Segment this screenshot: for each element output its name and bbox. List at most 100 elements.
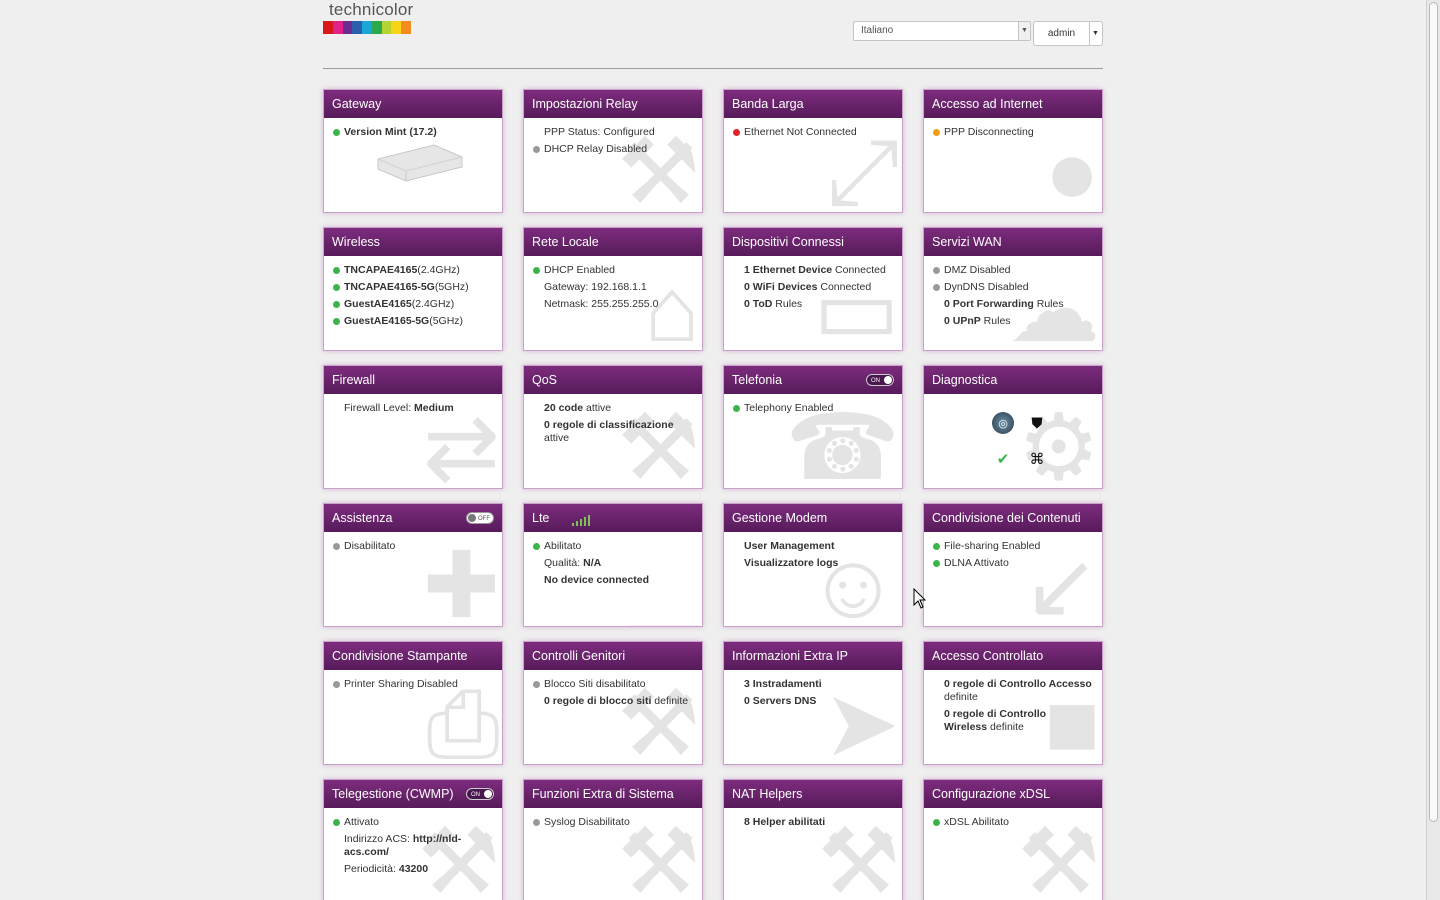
signal-bar (584, 517, 586, 526)
card-header[interactable]: Gateway (324, 90, 502, 118)
card-title: Banda Larga (732, 97, 804, 111)
card-controlli-genitori[interactable]: Controlli Genitori ⚒ Blocco Siti disabilit… (523, 641, 703, 765)
scrollbar-thumb[interactable] (1429, 2, 1438, 822)
card-funzioni-extra-di-sistema[interactable]: Funzioni Extra di Sistema ⚒ Syslog Disabil… (523, 779, 703, 900)
card-title: Wireless (332, 235, 380, 249)
card-rete-locale[interactable]: Rete Locale ⌂ DHCP Enabled Gateway: 192.168… (523, 227, 703, 351)
vertical-scrollbar[interactable] (1426, 0, 1440, 900)
card-header[interactable]: Telegestione (CWMP) ON (324, 780, 502, 808)
card-title: Gestione Modem (732, 511, 828, 525)
card-body (924, 394, 1102, 402)
card-header[interactable]: Dispositivi Connessi (724, 228, 902, 256)
card-header[interactable]: Wireless (324, 228, 502, 256)
shield-icon[interactable]: ⛊ (1026, 412, 1048, 434)
card-header[interactable]: Assistenza OFF (324, 504, 502, 532)
card-body: Syslog Disabilitato (524, 808, 702, 829)
status-text: DynDNS Disabled (944, 281, 1029, 293)
dashboard-grid: Gateway Version Mint (17.2) Impostazioni R… (323, 89, 1103, 900)
ping-check-icon[interactable]: ✔ (992, 448, 1014, 470)
card-assistenza[interactable]: Assistenza OFF ✚ Disabilitato (323, 503, 503, 627)
signal-bar (576, 521, 578, 526)
card-wireless[interactable]: Wireless TNCAPAE4165(2.4GHz) TNCAPAE4165-5… (323, 227, 503, 351)
connection-check-icon[interactable]: ◎ (992, 412, 1014, 434)
user-menu-button[interactable]: admin ▼ (1033, 21, 1103, 46)
card-header[interactable]: NAT Helpers (724, 780, 902, 808)
card-header[interactable]: Firewall (324, 366, 502, 394)
status-line: Disabilitato (333, 540, 492, 553)
card-dispositivi-connessi[interactable]: Dispositivi Connessi ▭ 1 Ethernet Device C… (723, 227, 903, 351)
card-informazioni-extra-ip[interactable]: Informazioni Extra IP ➤ 3 Instradamenti 0 S… (723, 641, 903, 765)
brand-color-segment (371, 21, 382, 34)
status-value: 20 code (544, 402, 584, 414)
card-lte[interactable]: Lte ▁ Abilitato Qualità: N/A No device conne… (523, 503, 703, 627)
card-accesso-controllato[interactable]: Accesso Controllato ■ 0 regole di Controll… (923, 641, 1103, 765)
status-line: TNCAPAE4165(2.4GHz) (333, 264, 492, 277)
card-firewall[interactable]: Firewall ⇄ Firewall Level: Medium (323, 365, 503, 489)
switch-toggle-label: OFF (478, 516, 490, 522)
network-icon[interactable]: ⌘ (1026, 448, 1048, 470)
card-gateway[interactable]: Gateway Version Mint (17.2) (323, 89, 503, 213)
card-header[interactable]: Servizi WAN (924, 228, 1102, 256)
status-value: 0 WiFi Devices (744, 281, 818, 293)
card-impostazioni-relay[interactable]: Impostazioni Relay ⚒ PPP Status: Configure… (523, 89, 703, 213)
card-header[interactable]: Telefonia ON (724, 366, 902, 394)
status-line: 0 regole di Controllo Wireless definite (944, 708, 1092, 734)
status-text: File-sharing Enabled (944, 540, 1041, 552)
card-header[interactable]: Diagnostica (924, 366, 1102, 394)
card-header[interactable]: Accesso ad Internet (924, 90, 1102, 118)
status-line: DMZ Disabled (933, 264, 1092, 277)
card-body: Ethernet Not Connected (724, 118, 902, 139)
brand-color-segment (381, 21, 392, 34)
status-text: Firewall Level: (344, 402, 415, 414)
brand-color-segment (362, 21, 372, 34)
card-header[interactable]: Impostazioni Relay (524, 90, 702, 118)
card-servizi-wan[interactable]: Servizi WAN ☁ DMZ Disabled DynDNS Disabled 0… (923, 227, 1103, 351)
switch-toggle-label: ON (471, 792, 480, 798)
caret-down-icon[interactable]: ▼ (1089, 22, 1102, 45)
card-header[interactable]: Funzioni Extra di Sistema (524, 780, 702, 808)
switch-toggle[interactable]: ON (866, 374, 894, 386)
card-title: Configurazione xDSL (932, 787, 1051, 801)
switch-toggle[interactable]: OFF (466, 512, 494, 524)
status-line: Ethernet Not Connected (733, 126, 892, 139)
card-header[interactable]: Banda Larga (724, 90, 902, 118)
card-title: Telegestione (CWMP) (332, 787, 454, 801)
card-header[interactable]: Informazioni Extra IP (724, 642, 902, 670)
card-configurazione-xdsl[interactable]: Configurazione xDSL ⚒ xDSL Abilitato (923, 779, 1103, 900)
card-telefonia[interactable]: Telefonia ON ☎ Telephony Enabled (723, 365, 903, 489)
card-accesso-ad-internet[interactable]: Accesso ad Internet ● PPP Disconnecting (923, 89, 1103, 213)
card-header[interactable]: Rete Locale (524, 228, 702, 256)
status-text: Printer Sharing Disabled (344, 678, 458, 690)
card-body: 0 regole di Controllo Accesso definite 0 … (924, 670, 1102, 734)
card-telegestione-cwmp[interactable]: Telegestione (CWMP) ON ⚒ Attivato Indirizzo … (323, 779, 503, 900)
card-header[interactable]: Condivisione dei Contenuti (924, 504, 1102, 532)
card-header[interactable]: Controlli Genitori (524, 642, 702, 670)
status-line: DynDNS Disabled (933, 281, 1092, 294)
card-header[interactable]: Lte (524, 504, 702, 532)
status-value: 0 regole di classificazione (544, 419, 674, 431)
status-value: Visualizzatore logs (744, 557, 839, 569)
status-text: (5GHz) (429, 315, 464, 327)
status-text: definite (944, 691, 978, 703)
card-condivisione-stampante[interactable]: Condivisione Stampante ⎙ Printer Sharing D… (323, 641, 503, 765)
card-gestione-modem[interactable]: Gestione Modem ☺ User Management Visualizza… (723, 503, 903, 627)
status-value: 0 UPnP (944, 315, 981, 327)
card-qos[interactable]: QoS ⚒ 20 code attive 0 regole di classifica… (523, 365, 703, 489)
status-line: 0 regole di Controllo Accesso definite (944, 678, 1092, 704)
card-nat-helpers[interactable]: NAT Helpers ⚒ 8 Helper abilitati (723, 779, 903, 900)
card-condivisione-dei-contenuti[interactable]: Condivisione dei Contenuti ↙ File-sharing … (923, 503, 1103, 627)
status-line: 0 WiFi Devices Connected (744, 281, 892, 294)
card-header[interactable]: Configurazione xDSL (924, 780, 1102, 808)
card-body: 20 code attive 0 regole di classificazion… (524, 394, 702, 445)
card-header[interactable]: QoS (524, 366, 702, 394)
card-title: Condivisione dei Contenuti (932, 511, 1081, 525)
card-title: Assistenza (332, 511, 393, 525)
card-diagnostica[interactable]: Diagnostica ⚙ ◎ ⛊ ✔ ⌘ (923, 365, 1103, 489)
language-select[interactable]: Italiano ▼ (853, 21, 1031, 41)
card-header[interactable]: Condivisione Stampante (324, 642, 502, 670)
switch-toggle[interactable]: ON (466, 788, 494, 800)
card-body: Telephony Enabled (724, 394, 902, 415)
card-header[interactable]: Accesso Controllato (924, 642, 1102, 670)
card-banda-larga[interactable]: Banda Larga ⤢ Ethernet Not Connected (723, 89, 903, 213)
card-header[interactable]: Gestione Modem (724, 504, 902, 532)
